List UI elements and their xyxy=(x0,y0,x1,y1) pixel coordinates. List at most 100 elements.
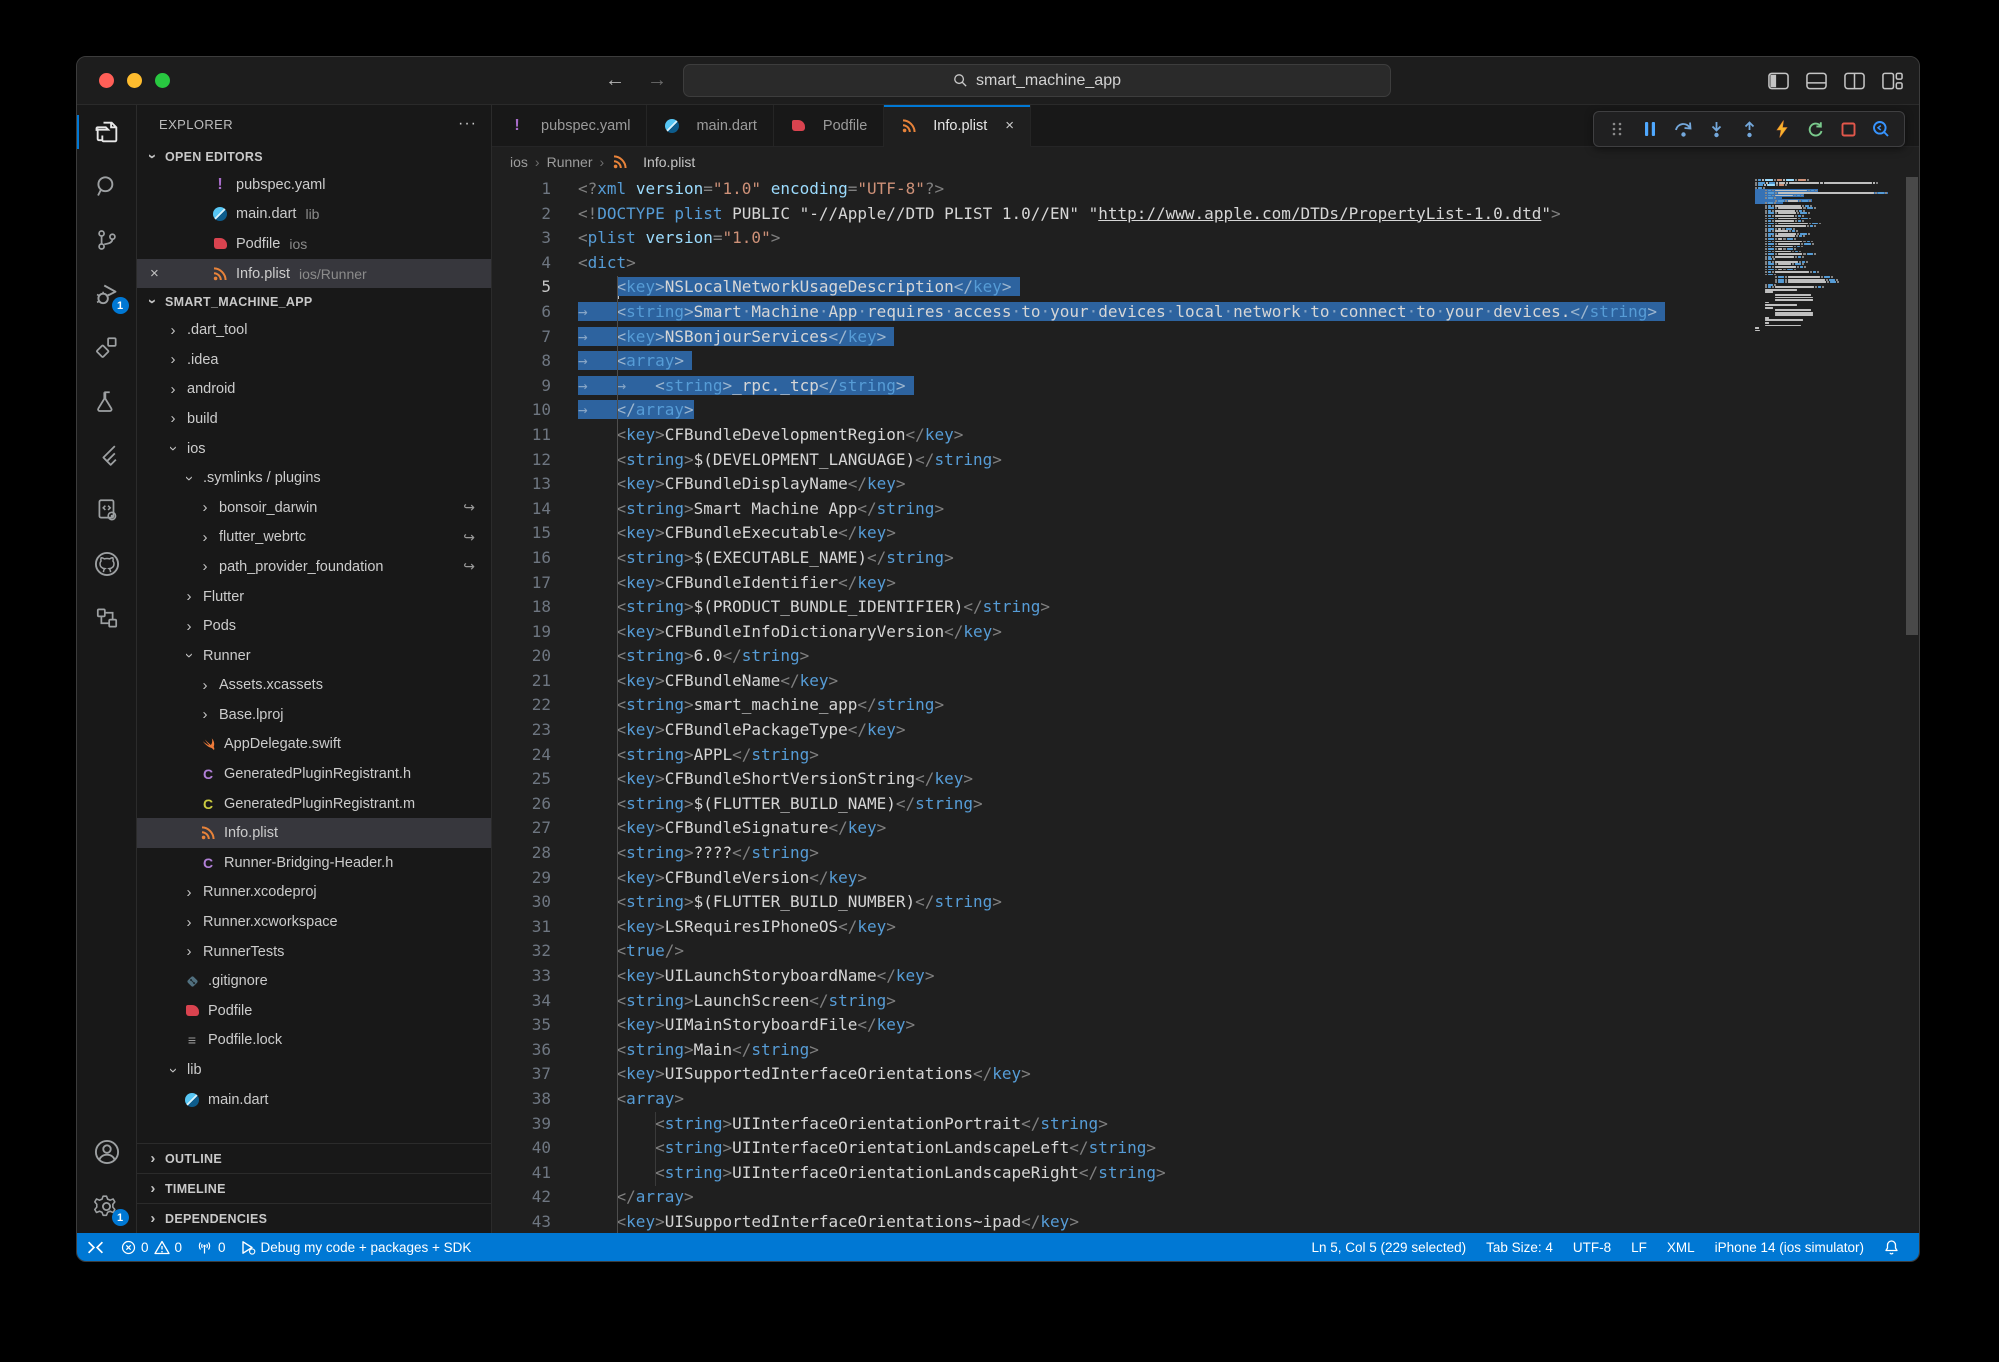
code-line-43[interactable]: 43<key>UISupportedInterfaceOrientations~… xyxy=(492,1210,1919,1233)
tree-item-Podfile[interactable]: Podfile xyxy=(137,996,491,1026)
tree-item-.idea[interactable]: ›.idea xyxy=(137,345,491,375)
code-line-39[interactable]: 39<string>UIInterfaceOrientationPortrait… xyxy=(492,1112,1919,1137)
chevron-right-icon[interactable]: › xyxy=(165,410,181,427)
close-window-button[interactable] xyxy=(99,73,114,88)
code-line-33[interactable]: 33<key>UILaunchStoryboardName</key> xyxy=(492,964,1919,989)
pause-icon[interactable] xyxy=(1637,116,1663,142)
chevron-right-icon[interactable]: › xyxy=(197,558,213,575)
close-tab-icon[interactable]: × xyxy=(1005,117,1014,134)
code-line-23[interactable]: 23<key>CFBundlePackageType</key> xyxy=(492,718,1919,743)
chevron-right-icon[interactable]: › xyxy=(181,618,197,635)
stop-icon[interactable] xyxy=(1835,116,1861,142)
chevron-right-icon[interactable]: › xyxy=(181,914,197,931)
chevron-right-icon[interactable]: › xyxy=(165,322,181,339)
tab-main.dart[interactable]: main.dart xyxy=(647,105,773,146)
code-line-29[interactable]: 29<key>CFBundleVersion</key> xyxy=(492,866,1919,891)
code-line-42[interactable]: 42</array> xyxy=(492,1185,1919,1210)
chevron-right-icon[interactable]: › xyxy=(165,381,181,398)
code-line-17[interactable]: 17<key>CFBundleIdentifier</key> xyxy=(492,571,1919,596)
step-over-icon[interactable] xyxy=(1670,116,1696,142)
section-dependencies[interactable]: ›DEPENDENCIES xyxy=(137,1203,491,1233)
code-line-40[interactable]: 40<string>UIInterfaceOrientationLandscap… xyxy=(492,1136,1919,1161)
tree-item-flutter_webrtc[interactable]: ›flutter_webrtc↪ xyxy=(137,523,491,553)
code-line-24[interactable]: 24<string>APPL</string> xyxy=(492,743,1919,768)
activity-github-icon[interactable] xyxy=(77,537,137,591)
breadcrumb-item[interactable]: Runner xyxy=(547,154,593,170)
split-editor-icon[interactable] xyxy=(1844,72,1865,90)
tree-item-ios[interactable]: ›ios xyxy=(137,434,491,464)
tree-item-Runner.xcodeproj[interactable]: ›Runner.xcodeproj xyxy=(137,878,491,908)
section-outline[interactable]: ›OUTLINE xyxy=(137,1143,491,1173)
code-line-25[interactable]: 25<key>CFBundleShortVersionString</key> xyxy=(492,767,1919,792)
code-line-37[interactable]: 37<key>UISupportedInterfaceOrientations<… xyxy=(492,1062,1919,1087)
tree-item-.dart_tool[interactable]: ›.dart_tool xyxy=(137,315,491,345)
step-out-icon[interactable] xyxy=(1736,116,1762,142)
hot-reload-icon[interactable] xyxy=(1769,116,1795,142)
restart-icon[interactable] xyxy=(1802,116,1828,142)
code-line-34[interactable]: 34<string>LaunchScreen</string> xyxy=(492,989,1919,1014)
tab-size[interactable]: Tab Size: 4 xyxy=(1476,1240,1563,1255)
notifications-bell-icon[interactable] xyxy=(1874,1239,1909,1255)
chevron-right-icon[interactable]: › xyxy=(165,351,181,368)
tree-item-Pods[interactable]: ›Pods xyxy=(137,611,491,641)
command-center-search[interactable]: smart_machine_app xyxy=(683,64,1391,97)
open-editor-main.dart[interactable]: main.dartlib xyxy=(137,200,491,230)
activity-run-debug-icon[interactable]: 1 xyxy=(77,267,137,321)
open-editor-Podfile[interactable]: Podfileios xyxy=(137,229,491,259)
code-line-5[interactable]: 5<key>NSLocalNetworkUsageDescription</ke… xyxy=(492,275,1919,300)
activity-testing-icon[interactable] xyxy=(77,375,137,429)
ports-status[interactable]: 0 xyxy=(189,1233,233,1261)
cursor-position[interactable]: Ln 5, Col 5 (229 selected) xyxy=(1302,1240,1477,1255)
tab-Podfile[interactable]: Podfile xyxy=(774,105,884,146)
activity-flutter-icon[interactable] xyxy=(77,429,137,483)
code-line-12[interactable]: 12<string>$(DEVELOPMENT_LANGUAGE)</strin… xyxy=(492,448,1919,473)
tree-item-path_provider_foundation[interactable]: ›path_provider_foundation↪ xyxy=(137,552,491,582)
activity-references-icon[interactable] xyxy=(77,591,137,645)
code-line-3[interactable]: 3<plist version="1.0"> xyxy=(492,226,1919,251)
code-line-35[interactable]: 35<key>UIMainStoryboardFile</key> xyxy=(492,1013,1919,1038)
history-back-button[interactable]: ← xyxy=(605,69,625,92)
problems-status[interactable]: 00 xyxy=(114,1233,189,1261)
code-line-19[interactable]: 19<key>CFBundleInfoDictionaryVersion</ke… xyxy=(492,620,1919,645)
tree-item-GeneratedPluginRegistrant.m[interactable]: CGeneratedPluginRegistrant.m xyxy=(137,789,491,819)
tree-item-Runner.xcworkspace[interactable]: ›Runner.xcworkspace xyxy=(137,907,491,937)
debug-launch-status[interactable]: Debug my code + packages + SDK xyxy=(233,1233,479,1261)
chevron-right-icon[interactable]: › xyxy=(181,943,197,960)
code-line-21[interactable]: 21<key>CFBundleName</key> xyxy=(492,669,1919,694)
sidebar-more-actions[interactable]: ··· xyxy=(458,115,477,133)
code-line-13[interactable]: 13<key>CFBundleDisplayName</key> xyxy=(492,472,1919,497)
code-editor[interactable]: 1<?xml version="1.0" encoding="UTF-8"?> 2… xyxy=(492,177,1919,1233)
chevron-right-icon[interactable]: › xyxy=(181,884,197,901)
code-line-26[interactable]: 26<string>$(FLUTTER_BUILD_NAME)</string> xyxy=(492,792,1919,817)
tree-item-lib[interactable]: ›lib xyxy=(137,1055,491,1085)
language-mode[interactable]: XML xyxy=(1657,1240,1705,1255)
close-editor-icon[interactable]: × xyxy=(150,265,159,282)
code-line-8[interactable]: 8→<array> xyxy=(492,349,1919,374)
tab-pubspec.yaml[interactable]: !pubspec.yaml xyxy=(492,105,647,146)
chevron-down-icon[interactable]: › xyxy=(165,1062,181,1079)
activity-dart-devtools-icon[interactable] xyxy=(77,483,137,537)
tree-item-GeneratedPluginRegistrant.h[interactable]: CGeneratedPluginRegistrant.h xyxy=(137,759,491,789)
history-forward-button[interactable]: → xyxy=(647,69,667,92)
scrollbar-thumb[interactable] xyxy=(1906,177,1918,635)
activity-settings-icon[interactable]: 1 xyxy=(77,1179,137,1233)
code-line-27[interactable]: 27<key>CFBundleSignature</key> xyxy=(492,816,1919,841)
code-line-1[interactable]: 1<?xml version="1.0" encoding="UTF-8"?> xyxy=(492,177,1919,202)
device-selector[interactable]: iPhone 14 (ios simulator) xyxy=(1705,1240,1874,1255)
code-line-36[interactable]: 36<string>Main</string> xyxy=(492,1038,1919,1063)
minimap[interactable] xyxy=(1755,179,1903,332)
chevron-right-icon[interactable]: › xyxy=(197,677,213,694)
activity-accounts-icon[interactable] xyxy=(77,1125,137,1179)
tree-item-main.dart[interactable]: main.dart xyxy=(137,1085,491,1115)
code-line-22[interactable]: 22<string>smart_machine_app</string> xyxy=(492,693,1919,718)
tree-item-AppDelegate.swift[interactable]: AppDelegate.swift xyxy=(137,730,491,760)
code-line-9[interactable]: 9→→<string>_rpc._tcp</string> xyxy=(492,374,1919,399)
breadcrumb-file[interactable]: Info.plist xyxy=(643,154,695,170)
code-line-32[interactable]: 32<true/> xyxy=(492,939,1919,964)
tree-item-Info.plist[interactable]: Info.plist xyxy=(137,818,491,848)
code-line-15[interactable]: 15<key>CFBundleExecutable</key> xyxy=(492,521,1919,546)
code-line-10[interactable]: 10→</array> xyxy=(492,398,1919,423)
activity-source-control-icon[interactable] xyxy=(77,213,137,267)
tab-Info.plist[interactable]: Info.plist× xyxy=(884,105,1031,147)
code-line-6[interactable]: 6→<string>Smart·Machine·App·requires·acc… xyxy=(492,300,1919,325)
